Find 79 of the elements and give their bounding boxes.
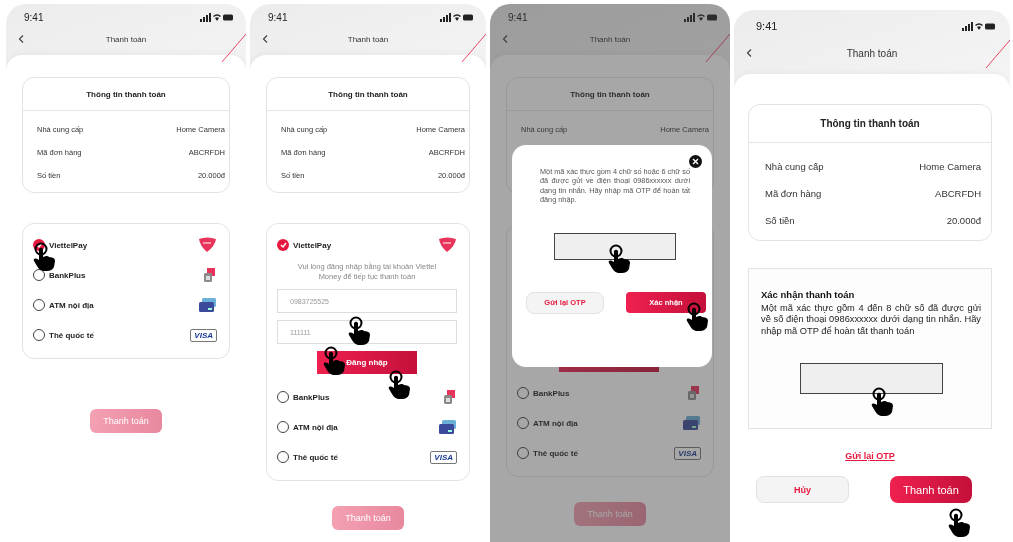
radio-button[interactable] — [517, 387, 529, 399]
hand-pointer-icon — [608, 244, 632, 274]
back-icon[interactable] — [502, 34, 508, 44]
method-label: Thẻ quốc tế — [533, 448, 579, 458]
status-time: 9:41 — [756, 20, 778, 32]
radio-button[interactable] — [277, 451, 289, 464]
method-label: Thẻ quốc tế — [49, 330, 95, 340]
status-time: 9:41 — [24, 12, 44, 23]
method-label: ATM nội địa — [533, 418, 579, 428]
method-label: BankPlus — [293, 392, 331, 402]
screen-title: Thanh toán — [846, 47, 898, 59]
hand-pointer-icon — [948, 508, 972, 538]
otp-field[interactable] — [554, 232, 676, 260]
back-icon[interactable] — [18, 34, 24, 44]
hand-pointer-icon — [323, 346, 347, 376]
screen-title: Thanh toán — [347, 34, 389, 44]
info-label: Nhà cung cấp — [765, 161, 824, 172]
radio-button[interactable] — [33, 269, 45, 281]
wallet-logo-icon — [197, 237, 217, 253]
wallet-logo-icon — [437, 237, 457, 253]
hand-pointer-icon — [348, 316, 372, 346]
confirm-title: Xác nhận thanh toán — [761, 289, 856, 300]
radio-button[interactable] — [277, 239, 289, 251]
back-icon[interactable] — [262, 34, 268, 44]
cancel-button[interactable]: Hủy — [756, 476, 849, 503]
close-icon[interactable] — [689, 155, 702, 168]
corner-stripe-drawing — [984, 40, 1010, 70]
card-brand-badge: VISA — [190, 328, 217, 342]
info-label: Mã đơn hàng — [765, 188, 822, 199]
status-time: 9:41 — [508, 12, 528, 23]
card-brand-badge: VISA — [674, 446, 701, 460]
radio-button[interactable] — [517, 417, 529, 429]
info-value: Home Camera — [919, 161, 981, 172]
status-icons — [440, 13, 474, 22]
card-title: Thông tin thanh toán — [328, 89, 408, 99]
corner-stripe-drawing — [460, 34, 486, 64]
info-value: ABCRFDH — [935, 188, 981, 199]
radio-button[interactable] — [33, 299, 45, 311]
info-label: Số tiền — [765, 215, 795, 226]
hand-pointer-icon — [388, 370, 412, 400]
radio-button[interactable] — [517, 447, 529, 459]
method-label: Thẻ quốc tế — [293, 452, 339, 462]
method-label: ViettelPay — [293, 240, 333, 250]
method-label: ViettelPay — [49, 240, 89, 250]
card-title: Thông tin thanh toán — [820, 118, 920, 129]
bank-card-icon — [683, 416, 701, 430]
corner-stripe-drawing — [220, 34, 246, 64]
radio-button[interactable] — [277, 421, 289, 434]
status-icons — [684, 13, 718, 22]
radio-button[interactable] — [277, 391, 289, 404]
bank-card-icon — [439, 420, 457, 435]
otp-field[interactable] — [799, 363, 943, 394]
method-label: BankPlus — [49, 270, 87, 280]
method-label: BankPlus — [533, 388, 571, 398]
status-time: 9:41 — [268, 12, 288, 23]
screen-title: Thanh toán — [589, 34, 631, 44]
corner-stripe-drawing — [704, 34, 730, 64]
card-brand-badge: VISA — [430, 450, 457, 464]
hand-pointer-icon — [686, 302, 710, 332]
method-label: ATM nội địa — [293, 422, 339, 432]
back-icon[interactable] — [746, 48, 752, 58]
card-title: Thông tin thanh toán — [570, 89, 650, 99]
status-icons — [962, 21, 996, 31]
check-icon — [35, 242, 43, 248]
confirm-message: Một mã xác thực gồm 4 đến 8 chữ số đã được gửi về số điện thoại 0986xxxxxx dưới dạng tin nhắn. Hãy nhập mã OTP để hoàn tất thanh toán — [761, 303, 981, 337]
sim-card-icon — [203, 267, 217, 283]
sim-card-icon — [687, 385, 701, 401]
sim-card-icon — [443, 389, 457, 406]
resend-otp-link[interactable]: Gửi lại OTP — [845, 451, 895, 461]
screen-title: Thanh toán — [105, 34, 147, 44]
hand-pointer-icon — [871, 387, 895, 417]
pay-button[interactable]: Thanh toán — [890, 476, 972, 503]
method-label: ATM nội địa — [49, 300, 95, 310]
bank-card-icon — [199, 298, 217, 312]
check-icon — [279, 242, 287, 248]
status-icons — [200, 13, 234, 22]
card-title: Thông tin thanh toán — [86, 89, 166, 99]
info-value: 20.000đ — [946, 215, 981, 226]
radio-button[interactable] — [33, 329, 45, 341]
